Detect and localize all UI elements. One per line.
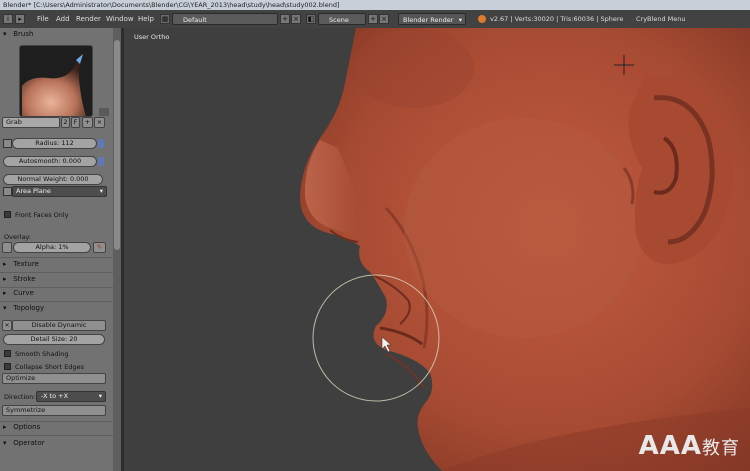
blender-logo-icon <box>478 15 486 23</box>
scene-icon[interactable]: ◧ <box>306 14 316 24</box>
autosmooth-pressure-toggle[interactable] <box>98 157 104 166</box>
brush-users-count[interactable]: 2 <box>61 117 70 128</box>
cryblend-menu[interactable]: CryBlend Menu <box>636 10 685 28</box>
remove-screen-button[interactable]: × <box>291 14 301 24</box>
3d-viewport[interactable]: User Ortho AAA教育 <box>124 28 750 471</box>
menu-file[interactable]: File <box>37 10 49 28</box>
normal-weight-slider[interactable]: Normal Weight: 0.000 <box>3 174 103 185</box>
scene-stats: v2.67 | Verts:30020 | Tris:60036 | Spher… <box>490 15 624 23</box>
stroke-panel-header[interactable]: ▸ Stroke <box>0 273 113 286</box>
radius-slider[interactable]: Radius: 112 <box>12 138 97 149</box>
pressure-radius-icon[interactable] <box>3 139 12 148</box>
fake-user-button[interactable]: F <box>71 117 80 128</box>
smooth-shading-label: Smooth Shading <box>15 350 69 358</box>
overlay-label: Overlay: <box>4 233 31 241</box>
collapsed-triangle-icon: ▸ <box>3 289 7 297</box>
menu-help[interactable]: Help <box>138 10 154 28</box>
brush-name-field[interactable]: Grab <box>2 117 60 128</box>
expand-triangle-icon: ▾ <box>3 439 7 447</box>
menu-window[interactable]: Window <box>106 10 134 28</box>
collapse-short-edges-checkbox[interactable] <box>4 363 11 370</box>
menu-render[interactable]: Render <box>76 10 101 28</box>
chevron-down-icon: ▾ <box>458 16 462 24</box>
alpha-slider[interactable]: Alpha: 1% <box>13 242 91 253</box>
optimize-button[interactable]: Optimize <box>2 373 106 384</box>
remove-brush-button[interactable]: × <box>94 117 105 128</box>
info-editor-icon[interactable]: i <box>3 14 13 24</box>
chevron-down-icon: ▾ <box>99 187 103 195</box>
collapsed-triangle-icon: ▸ <box>3 275 7 283</box>
remove-scene-button[interactable]: × <box>379 14 389 24</box>
chevron-down-icon: ▾ <box>98 392 102 400</box>
add-screen-button[interactable]: + <box>280 14 290 24</box>
add-brush-button[interactable]: + <box>82 117 93 128</box>
menu-add[interactable]: Add <box>56 10 70 28</box>
brush-edit-icon[interactable]: ✎ <box>93 242 106 253</box>
detail-size-slider[interactable]: Detail Size: 20 <box>3 334 105 345</box>
screen-layout-icon[interactable]: ▦ <box>160 14 170 24</box>
overlay-toggle[interactable] <box>2 242 12 253</box>
tool-shelf: ▾ Brush Grab 2 F + × Radius: 112 Autosmo… <box>0 28 113 471</box>
front-faces-checkbox[interactable] <box>4 211 11 218</box>
collapse-short-edges-label: Collapse Short Edges <box>15 363 84 371</box>
brush-preview[interactable] <box>19 45 93 117</box>
info-header: i ▸ File Add Render Window Help ▦ Defaul… <box>0 10 750 28</box>
smooth-shading-checkbox[interactable] <box>4 350 11 357</box>
render-engine-dropdown[interactable]: Blender Render ▾ <box>398 13 466 25</box>
disable-dynamic-button[interactable]: Disable Dynamic <box>12 320 106 331</box>
texture-panel-header[interactable]: ▸ Texture <box>0 258 113 271</box>
symmetry-direction-dropdown[interactable]: -X to +X ▾ <box>36 391 106 402</box>
collapsed-triangle-icon: ▸ <box>3 260 7 268</box>
options-panel-header[interactable]: ▸ Options <box>0 421 113 434</box>
window-title: Blender* [C:\Users\Administrator\Documen… <box>3 1 340 9</box>
screen-layout-field[interactable]: Default <box>172 13 278 25</box>
scrollbar-thumb[interactable] <box>114 40 120 250</box>
expand-triangle-icon: ▾ <box>3 30 7 38</box>
brush-thumbnail-icon <box>22 54 86 116</box>
front-faces-label: Front Faces Only <box>15 211 69 219</box>
window-title-bar: Blender* [C:\Users\Administrator\Documen… <box>0 0 750 10</box>
direction-label: Direction: <box>4 393 36 401</box>
brush-panel-header[interactable]: ▾ Brush <box>0 28 113 41</box>
plane-icon <box>3 187 12 196</box>
add-scene-button[interactable]: + <box>368 14 378 24</box>
dyntopo-icon: × <box>2 320 12 331</box>
operator-panel-header[interactable]: ▾ Operator <box>0 437 113 450</box>
area-plane-dropdown[interactable]: Area Plane ▾ <box>12 186 107 197</box>
collapsed-triangle-icon: ▸ <box>3 423 7 431</box>
expand-triangle-icon: ▾ <box>3 304 7 312</box>
preview-resize-handle[interactable] <box>99 108 109 116</box>
scene-field[interactable]: Scene <box>318 13 366 25</box>
symmetrize-button[interactable]: Symmetrize <box>2 405 106 416</box>
radius-pressure-toggle[interactable] <box>98 139 104 148</box>
tool-shelf-scrollbar[interactable] <box>113 28 121 471</box>
sculpt-mesh[interactable] <box>124 28 750 471</box>
view-label: User Ortho <box>134 33 170 41</box>
collapse-menu-icon[interactable]: ▸ <box>15 14 25 24</box>
watermark-logo: AAA教育 <box>638 431 740 461</box>
topology-panel-header[interactable]: ▾ Topology <box>0 302 113 315</box>
curve-panel-header[interactable]: ▸ Curve <box>0 287 113 300</box>
render-engine-label: Blender Render <box>403 16 454 24</box>
autosmooth-slider[interactable]: Autosmooth: 0.000 <box>3 156 97 167</box>
